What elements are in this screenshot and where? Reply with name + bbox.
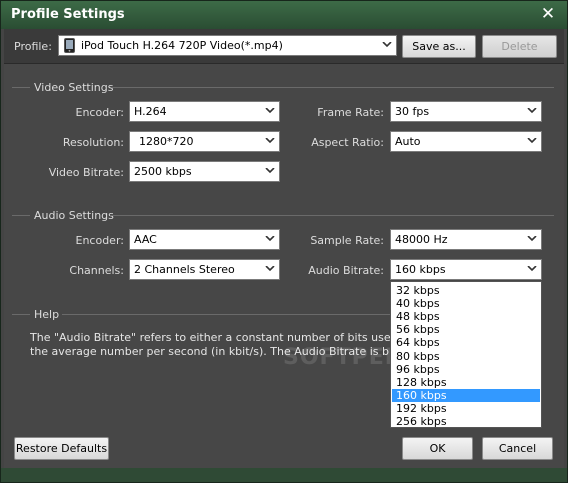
sample-rate-label: Sample Rate: — [310, 234, 384, 247]
dropdown-option[interactable]: 56 kbps — [392, 323, 540, 336]
audio-encoder-value: AAC — [134, 233, 157, 246]
audio-bitrate-select[interactable]: 160 kbps — [390, 259, 542, 280]
video-bitrate-value: 2500 kbps — [134, 165, 192, 178]
audio-bitrate-label: Audio Bitrate: — [308, 264, 384, 277]
frame-rate-select[interactable]: 30 fps — [390, 101, 542, 122]
resolution-label: Resolution: — [62, 136, 124, 149]
aspect-ratio-label: Aspect Ratio: — [311, 136, 384, 149]
audio-encoder-label: Encoder: — [75, 234, 125, 247]
chevron-down-icon — [265, 162, 275, 181]
video-settings-title: Video Settings — [34, 81, 114, 94]
video-bitrate-label: Video Bitrate: — [48, 166, 124, 179]
divider — [62, 314, 390, 315]
close-icon[interactable]: ✕ — [539, 5, 557, 23]
video-encoder-value: H.264 — [134, 105, 167, 118]
window-title: Profile Settings — [11, 7, 125, 22]
chevron-down-icon — [527, 230, 537, 249]
resolution-select[interactable]: 1280*720 — [129, 131, 280, 152]
help-title: Help — [34, 308, 60, 321]
dropdown-option[interactable]: 64 kbps — [392, 336, 540, 349]
channels-value: 2 Channels Stereo — [134, 263, 235, 276]
aspect-ratio-select[interactable]: Auto — [390, 131, 542, 152]
frame-rate-label: Frame Rate: — [317, 106, 384, 119]
divider — [112, 87, 554, 88]
dropdown-option[interactable]: 80 kbps — [392, 350, 540, 363]
divider — [110, 215, 554, 216]
chevron-down-icon — [527, 132, 537, 151]
video-bitrate-select[interactable]: 2500 kbps — [129, 161, 280, 182]
cancel-button[interactable]: Cancel — [482, 437, 553, 460]
chevron-down-icon — [265, 132, 275, 151]
divider — [12, 215, 30, 216]
profile-label: Profile: — [14, 40, 52, 53]
aspect-ratio-value: Auto — [395, 135, 421, 148]
profile-select[interactable]: iPod Touch H.264 720P Video(*.mp4) — [58, 35, 397, 56]
window-bottom-border — [1, 468, 567, 482]
dropdown-option[interactable]: 32 kbps — [392, 284, 540, 297]
delete-button[interactable]: Delete — [482, 35, 557, 58]
audio-settings-title: Audio Settings — [34, 209, 114, 222]
frame-rate-value: 30 fps — [395, 105, 430, 118]
audio-bitrate-dropdown[interactable]: 32 kbps 40 kbps 48 kbps 56 kbps 64 kbps 80 kb… — [390, 281, 542, 428]
channels-select[interactable]: 2 Channels Stereo — [129, 259, 280, 280]
video-encoder-select[interactable]: H.264 — [129, 101, 280, 122]
audio-encoder-select[interactable]: AAC — [129, 229, 280, 250]
dropdown-option[interactable]: 40 kbps — [392, 297, 540, 310]
chevron-down-icon — [265, 102, 275, 121]
title-bar: Profile Settings ✕ — [1, 1, 567, 29]
chevron-down-icon — [265, 260, 275, 279]
channels-label: Channels: — [69, 264, 124, 277]
sample-rate-select[interactable]: 48000 Hz — [390, 229, 542, 250]
dropdown-option[interactable]: 256 kbps — [392, 415, 540, 428]
divider — [12, 87, 30, 88]
profile-toolbar: Profile: iPod Touch H.264 720P Video(*.m… — [4, 29, 564, 64]
footer: Restore Defaults OK Cancel — [4, 429, 564, 469]
resolution-value: 1280*720 — [139, 135, 194, 148]
restore-defaults-button[interactable]: Restore Defaults — [14, 437, 109, 460]
video-encoder-label: Encoder: — [75, 106, 125, 119]
audio-bitrate-value: 160 kbps — [395, 263, 446, 276]
save-as-button[interactable]: Save as... — [402, 35, 476, 58]
sample-rate-value: 48000 Hz — [395, 233, 448, 246]
dropdown-option[interactable]: 96 kbps — [392, 363, 540, 376]
dropdown-option[interactable]: 192 kbps — [392, 402, 540, 415]
dropdown-option[interactable]: 128 kbps — [392, 376, 540, 389]
dropdown-option[interactable]: 160 kbps — [392, 388, 540, 402]
help-text-line-1: The "Audio Bitrate" refers to either a c… — [30, 331, 394, 344]
chevron-down-icon — [527, 102, 537, 121]
chevron-down-icon — [265, 230, 275, 249]
divider — [12, 314, 30, 315]
dropdown-option[interactable]: 48 kbps — [392, 310, 540, 323]
ok-button[interactable]: OK — [402, 437, 473, 460]
profile-settings-dialog: Profile Settings ✕ Profile: iPod Touch H… — [0, 0, 568, 483]
profile-value: iPod Touch H.264 720P Video(*.mp4) — [81, 39, 283, 52]
chevron-down-icon — [382, 36, 392, 55]
chevron-down-icon — [527, 260, 537, 279]
ipod-icon — [64, 38, 75, 53]
